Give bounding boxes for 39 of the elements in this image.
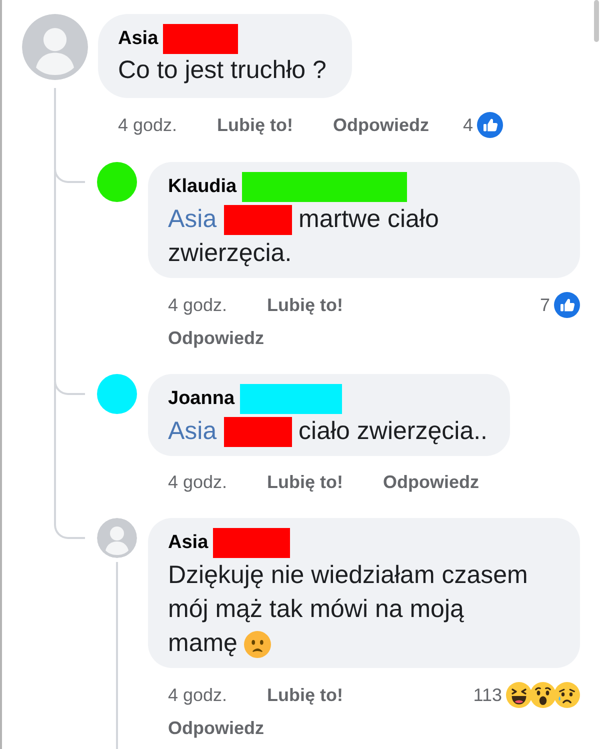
user-avatar[interactable] bbox=[97, 374, 137, 414]
mention-link[interactable]: Asia bbox=[168, 417, 217, 445]
scrollbar-thumb[interactable] bbox=[594, 0, 599, 42]
comment-text: Dziękuję nie wiedziałam czasem mój mąż tak mówi na moją mamę bbox=[168, 560, 529, 660]
like-button[interactable]: Lubię to! bbox=[267, 470, 344, 494]
author-name[interactable]: Joanna bbox=[168, 388, 235, 410]
user-avatar[interactable] bbox=[97, 162, 137, 202]
like-button[interactable]: Lubię to! bbox=[267, 683, 344, 707]
laughing-face-icon bbox=[506, 682, 532, 708]
reaction-count[interactable]: 7 bbox=[540, 293, 550, 317]
reply-button[interactable]: Odpowiedz bbox=[383, 470, 480, 494]
reaction-count[interactable]: 113 bbox=[473, 683, 502, 707]
thumbs-up-icon bbox=[477, 112, 504, 138]
thread-connector bbox=[54, 142, 85, 183]
thumbs-up-icon bbox=[554, 292, 580, 318]
user-avatar[interactable] bbox=[22, 14, 88, 80]
reply-button[interactable]: Odpowiedz bbox=[168, 716, 264, 740]
like-button[interactable]: Lubię to! bbox=[217, 113, 294, 137]
comment-time[interactable]: 4 godz. bbox=[168, 293, 228, 317]
comment-time[interactable]: 4 godz. bbox=[118, 113, 178, 137]
comment-text: Asia martwe ciało zwierzęcia. bbox=[168, 204, 440, 269]
comment-text: Asia ciało zwierzęcia.. bbox=[168, 414, 488, 448]
reply-button[interactable]: Odpowiedz bbox=[333, 113, 430, 137]
author-name[interactable]: Asia bbox=[118, 28, 158, 50]
crying-face-icon bbox=[554, 682, 580, 708]
frowning-face-icon bbox=[244, 630, 272, 658]
comment-text: Co to jest truchło ? bbox=[118, 55, 326, 86]
surprised-face-icon bbox=[530, 682, 556, 708]
user-avatar[interactable] bbox=[97, 518, 137, 558]
reply-button[interactable]: Odpowiedz bbox=[168, 326, 264, 350]
mention-link[interactable]: Asia bbox=[168, 205, 217, 233]
comment-time[interactable]: 4 godz. bbox=[168, 683, 228, 707]
reaction-count[interactable]: 4 bbox=[463, 113, 474, 137]
author-name[interactable]: Klaudia bbox=[168, 176, 237, 198]
like-button[interactable]: Lubię to! bbox=[267, 293, 344, 317]
comment-time[interactable]: 4 godz. bbox=[168, 470, 228, 494]
thread-connector bbox=[54, 498, 85, 539]
author-name[interactable]: Asia bbox=[168, 532, 208, 554]
thread-connector bbox=[54, 354, 85, 395]
